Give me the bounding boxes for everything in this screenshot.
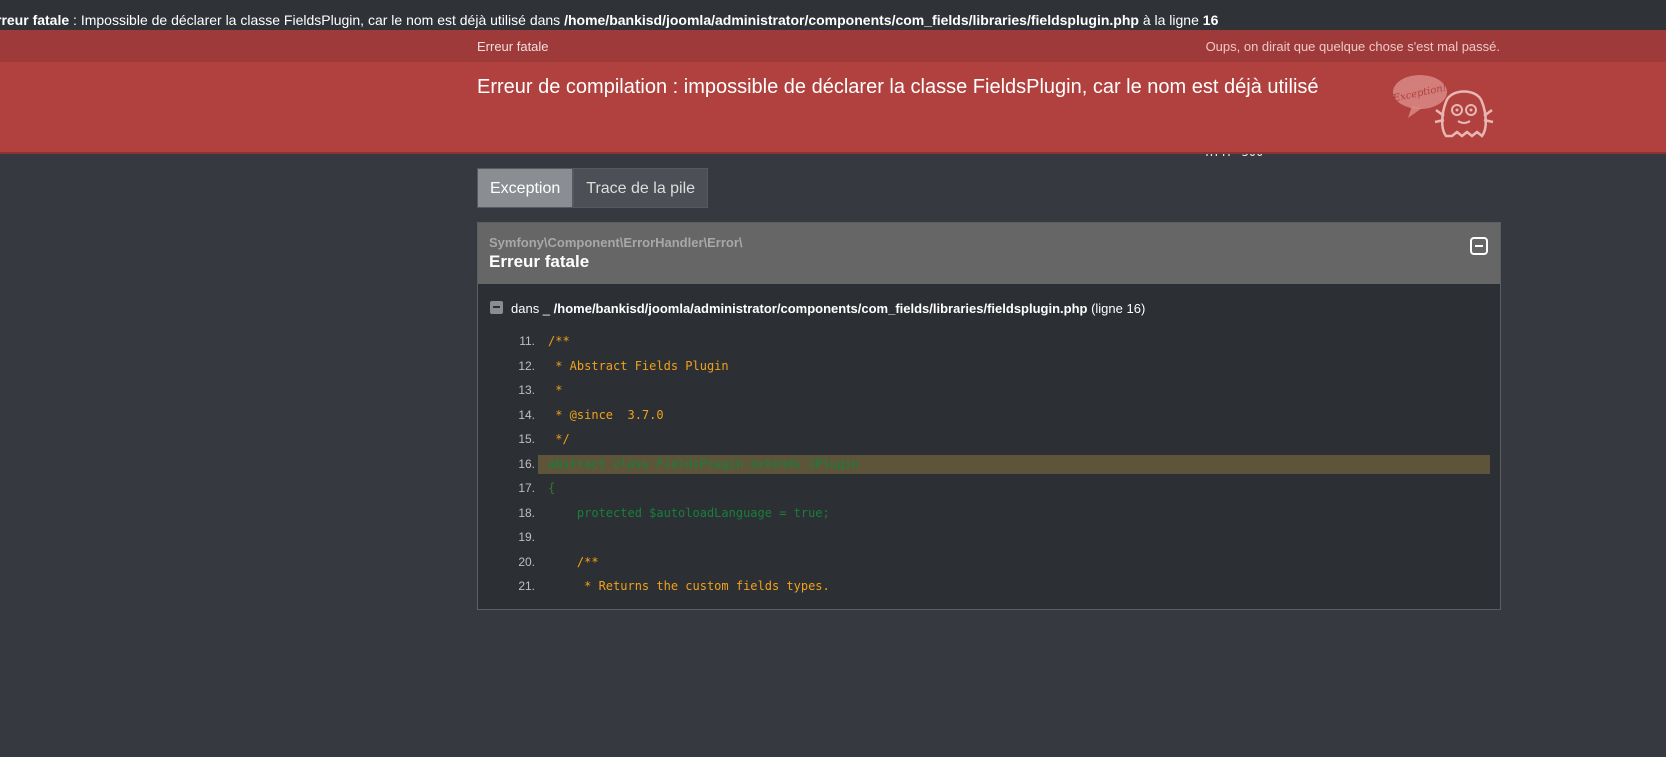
http-status-text: Oups, on dirait que quelque chose s'est … [1205, 39, 1500, 54]
code-text: abstract class FieldsPlugin extends JPlu… [548, 456, 859, 471]
exception-message: Erreur de compilation : impossible de dé… [477, 76, 1319, 98]
tab-stack-trace[interactable]: Trace de la pile [573, 168, 709, 208]
code-line: 15. */ [478, 427, 1500, 452]
error-line-label: à la ligne [1138, 12, 1203, 28]
header-status: HTTP 500 Oups, on dirait que quelque cho… [1205, 39, 1500, 159]
error-message: : Impossible de déclarer la classe Field… [69, 12, 565, 28]
line-number: 17. [518, 481, 535, 495]
line-number: 21. [518, 579, 535, 593]
file-prefix: dans _ [511, 301, 554, 316]
collapse-icon[interactable] [1470, 237, 1488, 255]
line-number: 19. [518, 530, 535, 544]
line-number: 16. [518, 456, 535, 471]
error-summary-line: rreur fatale : Impossible de déclarer la… [0, 0, 1666, 30]
code-line: 11. /** [478, 329, 1500, 354]
code-text: /** [548, 554, 599, 569]
line-number: 15. [518, 432, 535, 446]
exception-panel-header: Symfony\Component\ErrorHandler\Error\ Er… [478, 223, 1500, 284]
code-text: { [548, 481, 556, 495]
line-number: 11. [519, 334, 535, 348]
code-text: * @since 3.7.0 [548, 407, 664, 422]
code-line: 17. { [478, 476, 1500, 501]
line-number: 14. [518, 407, 535, 422]
error-line-number: 16 [1202, 12, 1219, 28]
exception-banner: Erreur de compilation : impossible de dé… [0, 62, 1666, 154]
line-number: 18. [518, 505, 535, 520]
header-error-label: Erreur fatale [477, 39, 549, 54]
exception-tabs: Exception Trace de la pile [477, 168, 709, 208]
line-number: 13. [518, 383, 535, 397]
code-line: 19. [478, 525, 1500, 550]
file-location: dans _ /home/bankisd/joomla/administrato… [490, 301, 1145, 316]
code-text: * Abstract Fields Plugin [548, 358, 729, 373]
error-header-bar: Erreur fatale HTTP 500 Oups, on dirait q… [0, 30, 1666, 159]
exception-panel: Symfony\Component\ErrorHandler\Error\ Er… [477, 222, 1501, 610]
code-text: * Returns the custom fields types. [548, 579, 830, 593]
line-number: 20. [518, 554, 535, 569]
file-path: /home/bankisd/joomla/administrator/compo… [553, 301, 1088, 316]
code-text: protected $autoloadLanguage = true; [548, 505, 830, 520]
code-line: 20. /** [478, 550, 1500, 575]
error-type: rreur fatale [0, 12, 70, 28]
code-line: 12. * Abstract Fields Plugin [478, 354, 1500, 379]
code-text: */ [548, 432, 570, 446]
code-line: 14. * @since 3.7.0 [478, 403, 1500, 428]
exception-namespace: Symfony\Component\ErrorHandler\Error\ [489, 235, 743, 250]
collapse-code-icon[interactable] [490, 301, 503, 314]
code-line: 21. * Returns the custom fields types. [478, 574, 1500, 599]
code-text: * [548, 383, 563, 397]
code-line: 18. protected $autoloadLanguage = true; [478, 501, 1500, 526]
code-text: /** [548, 334, 570, 348]
error-file-path: /home/bankisd/joomla/administrator/compo… [564, 12, 1139, 28]
code-line: 13. * [478, 378, 1500, 403]
file-line-info: (ligne 16) [1087, 301, 1146, 316]
line-number: 12. [518, 358, 535, 373]
code-excerpt: 11. /** 12. * Abstract Fields Plugin 13.… [478, 329, 1500, 599]
tab-exception[interactable]: Exception [477, 168, 574, 208]
exception-title: Erreur fatale [489, 252, 590, 271]
exception-ghost-icon: Exception! [1388, 68, 1503, 153]
highlighted-code-line: 16. abstract class FieldsPlugin extends … [478, 452, 1500, 477]
